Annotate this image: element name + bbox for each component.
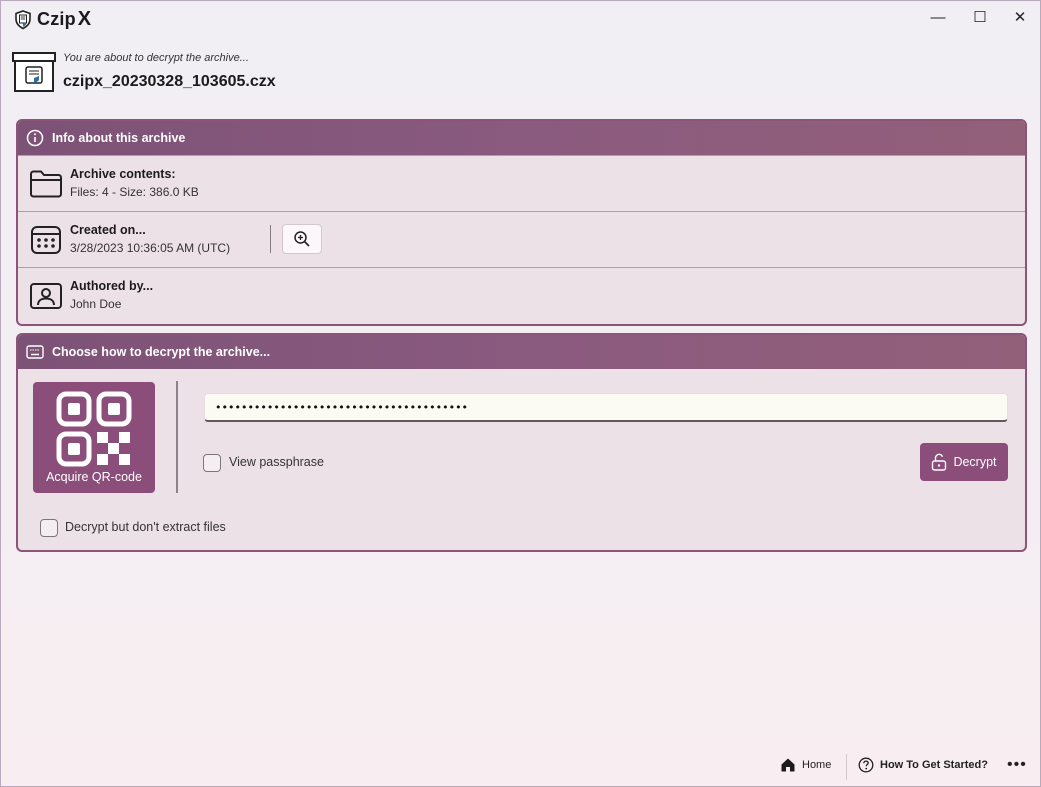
more-options-button[interactable]: •••: [1007, 756, 1027, 774]
home-label: Home: [802, 759, 832, 771]
divider: [846, 754, 847, 780]
acquire-qr-code-button[interactable]: Acquire QR-code: [33, 382, 155, 493]
view-passphrase-checkbox[interactable]: [203, 454, 221, 472]
close-button[interactable]: ✕: [998, 1, 1041, 33]
view-passphrase-label: View passphrase: [229, 455, 324, 469]
shield-document-icon: [15, 9, 31, 29]
archive-contents-value: Files: 4 - Size: 386.0 KB: [70, 185, 199, 199]
archive-filename: czipx_20230328_103605.czx: [63, 73, 276, 90]
how-to-get-started-button[interactable]: How To Get Started?: [858, 757, 988, 773]
authored-by-row: Authored by... John Doe: [18, 267, 1025, 323]
archive-contents-title: Archive contents:: [70, 167, 176, 181]
authored-by-title: Authored by...: [70, 279, 154, 293]
divider: [270, 225, 271, 253]
acquire-qr-code-label: Acquire QR-code: [46, 470, 142, 484]
decrypt-no-extract-checkbox[interactable]: [40, 519, 58, 537]
info-card-header: Info about this archive: [18, 121, 1025, 155]
archive-subtitle: You are about to decrypt the archive...: [63, 52, 249, 64]
decrypt-button-label: Decrypt: [953, 455, 997, 469]
folder-icon: [28, 167, 64, 201]
title-bar: Czip X — ☐ ✕: [1, 1, 1040, 35]
info-card: Info about this archive Archive contents…: [16, 119, 1027, 326]
passphrase-input[interactable]: •••••••••••••••••••••••••••••••••••••••: [204, 393, 1008, 422]
home-nav-button[interactable]: Home: [780, 757, 831, 773]
archive-contents-row: Archive contents: Files: 4 - Size: 386.0…: [18, 155, 1025, 211]
help-label: How To Get Started?: [880, 759, 988, 771]
created-on-value: 3/28/2023 10:36:05 AM (UTC): [70, 241, 231, 255]
created-on-row: Created on... 3/28/2023 10:36:05 AM (UTC…: [18, 211, 1025, 267]
help-icon: [858, 757, 874, 773]
archive-box-icon: [12, 52, 56, 92]
decrypt-card: Choose how to decrypt the archive... Acq…: [16, 333, 1027, 552]
unlock-icon: [932, 453, 947, 471]
contact-card-icon: [28, 279, 64, 313]
maximize-button[interactable]: ☐: [958, 1, 1002, 33]
decrypt-button[interactable]: Decrypt: [920, 443, 1008, 481]
decrypt-card-header: Choose how to decrypt the archive...: [18, 335, 1025, 369]
decrypt-card-title: Choose how to decrypt the archive...: [52, 345, 271, 359]
authored-by-value: John Doe: [70, 297, 122, 311]
decrypt-no-extract-label: Decrypt but don't extract files: [65, 520, 226, 534]
info-icon: [26, 129, 44, 147]
zoom-in-icon: [294, 231, 310, 247]
home-icon: [781, 758, 795, 772]
footer-bar: Home How To Get Started? •••: [1, 749, 1040, 785]
info-card-title: Info about this archive: [52, 131, 186, 145]
calendar-icon: [28, 223, 64, 257]
zoom-details-button[interactable]: [282, 224, 322, 254]
minimize-button[interactable]: —: [916, 1, 960, 33]
app-title: Czip X: [37, 8, 92, 30]
divider: [176, 381, 178, 493]
qr-code-icon: [56, 391, 132, 467]
keyboard-icon: [26, 343, 44, 361]
app-logo: Czip X: [13, 8, 91, 31]
created-on-title: Created on...: [70, 223, 146, 237]
